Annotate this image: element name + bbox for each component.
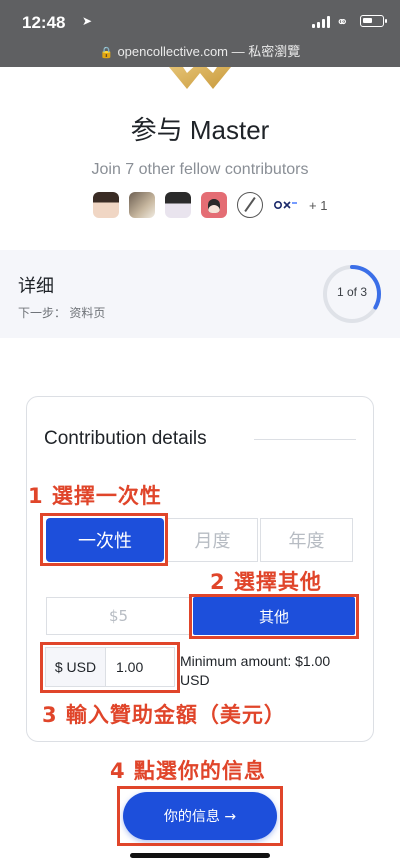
avatar[interactable] <box>165 192 191 218</box>
card-title: Contribution details <box>44 428 207 449</box>
annotation-step-1: 1 選擇一次性 <box>28 484 162 508</box>
url-text: opencollective.com — 私密瀏覽 <box>117 44 301 59</box>
highlight-box <box>117 786 283 846</box>
highlight-box <box>189 594 359 639</box>
contributors-subtitle: Join 7 other fellow contributors <box>91 161 309 178</box>
location-arrow-icon: ➤ <box>82 14 93 28</box>
progress-label: 1 of 3 <box>336 285 368 299</box>
extra-contributors-count: + 1 <box>309 197 328 213</box>
battery-icon <box>360 15 387 27</box>
avatar[interactable] <box>129 192 155 218</box>
divider <box>254 439 356 440</box>
amount-option-5[interactable]: $5 <box>46 597 191 635</box>
next-step-label: 下一步： 资料页 <box>18 306 106 320</box>
lock-icon: 🔒 <box>99 47 114 59</box>
status-bar: 12:48 ➤ ⚭ 🔒 opencollective.com — 私密瀏覽 <box>0 0 400 67</box>
url-bar[interactable]: 🔒 opencollective.com — 私密瀏覽 <box>0 41 400 60</box>
annotation-step-4: 4 點選你的信息 <box>110 759 266 783</box>
minimum-amount-note: Minimum amount: $1.00 USD <box>180 653 331 688</box>
frequency-monthly[interactable]: 月度 <box>167 518 258 562</box>
avatar[interactable] <box>237 192 263 218</box>
avatar[interactable] <box>93 192 119 218</box>
ox-logo-icon <box>274 201 297 209</box>
annotation-step-3: 3 輸入贊助金額（美元） <box>42 703 286 727</box>
link-icon: ⚭ <box>336 14 349 31</box>
avatar[interactable] <box>201 192 227 218</box>
collective-logo <box>169 67 231 89</box>
avatar[interactable] <box>273 192 299 218</box>
page-title: 参与 Master <box>130 115 270 145</box>
contributor-avatars: + 1 <box>93 192 327 218</box>
annotation-step-2: 2 選擇其他 <box>210 570 322 594</box>
home-indicator <box>130 853 270 858</box>
highlight-box <box>40 642 180 693</box>
step-heading: 详细 <box>18 276 54 296</box>
signal-icon <box>312 16 332 28</box>
highlight-box <box>40 513 168 566</box>
frequency-yearly[interactable]: 年度 <box>260 518 353 562</box>
clock: 12:48 <box>22 13 66 32</box>
